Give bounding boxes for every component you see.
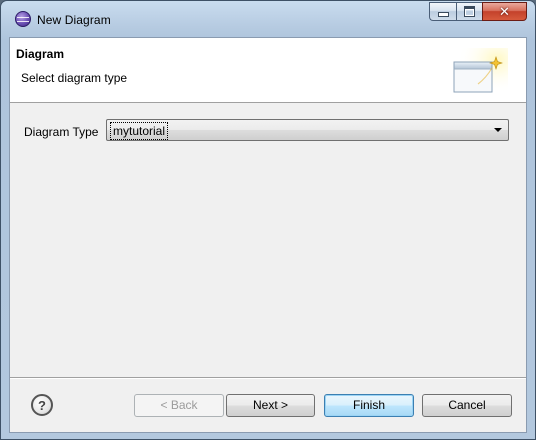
page-description: Select diagram type [21, 71, 128, 85]
diagram-type-select[interactable]: mytutorial [106, 119, 509, 141]
wizard-client-area: Diagram Select diagram type Diagram Type… [9, 37, 527, 433]
back-button[interactable]: < Back [134, 394, 224, 417]
help-icon: ? [38, 397, 46, 413]
new-diagram-wizard-icon [452, 48, 508, 96]
minimize-button[interactable] [429, 2, 456, 21]
minimize-icon [437, 12, 449, 17]
close-button[interactable]: ✕ [482, 2, 527, 21]
maximize-button[interactable] [456, 2, 482, 21]
maximize-icon [464, 6, 475, 17]
footer-separator [10, 377, 526, 379]
cancel-button[interactable]: Cancel [422, 394, 512, 417]
window-title: New Diagram [37, 13, 111, 27]
next-button[interactable]: Next > [226, 394, 315, 417]
eclipse-icon[interactable] [15, 11, 31, 27]
help-button[interactable]: ? [31, 394, 53, 416]
diagram-type-label: Diagram Type [24, 125, 99, 139]
page-title: Diagram [16, 47, 65, 61]
diagram-type-value: mytutorial [110, 122, 169, 140]
chevron-down-icon [494, 128, 502, 132]
finish-button[interactable]: Finish [324, 394, 414, 417]
title-bar[interactable]: New Diagram ✕ [1, 1, 535, 37]
wizard-header: Diagram Select diagram type [10, 38, 526, 103]
wizard-window: New Diagram ✕ Diagram Select diagram typ… [0, 0, 536, 440]
close-icon: ✕ [499, 4, 510, 19]
caption-buttons: ✕ [429, 2, 527, 22]
